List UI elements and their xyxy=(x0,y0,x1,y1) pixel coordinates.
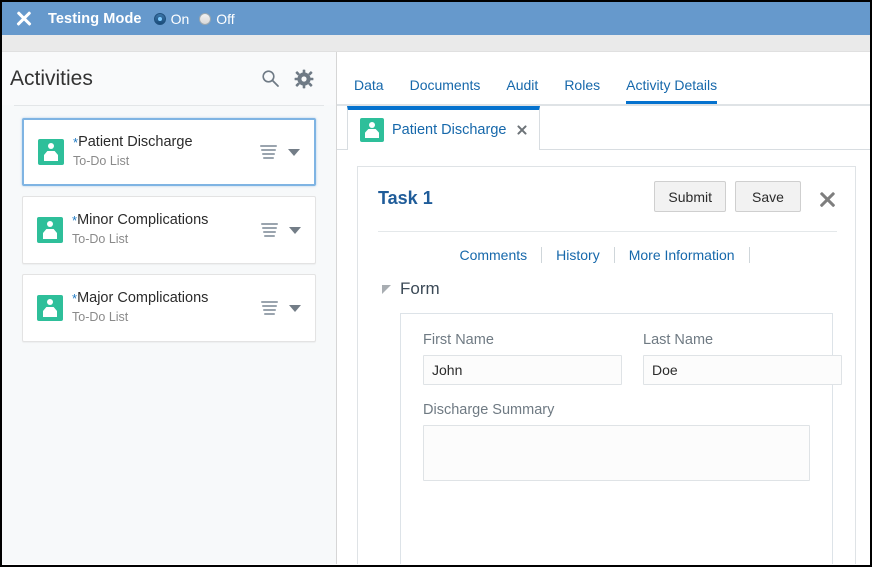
list-item-title: *Minor Complications xyxy=(72,212,261,229)
task-actions: Submit Save xyxy=(654,181,837,212)
form-container: First Name Last Name Discharge Summary xyxy=(400,313,833,564)
details-panel: Data Documents Audit Roles Activity Deta… xyxy=(337,52,870,564)
link-comments[interactable]: Comments xyxy=(445,247,541,263)
save-button[interactable]: Save xyxy=(735,181,801,212)
testing-mode-option-off[interactable]: Off xyxy=(199,11,234,27)
testing-mode-option-on[interactable]: On xyxy=(154,11,190,27)
list-item-subtitle: To-Do List xyxy=(72,231,261,248)
list-item-title: *Major Complications xyxy=(72,290,261,307)
tab-audit[interactable]: Audit xyxy=(506,77,538,104)
search-icon[interactable] xyxy=(261,69,280,88)
testing-mode-label: Testing Mode xyxy=(48,11,142,27)
activities-panel: Activities xyxy=(2,52,337,564)
first-name-field: First Name xyxy=(423,332,622,385)
task-divider xyxy=(378,231,837,232)
task-title: Task 1 xyxy=(378,181,654,209)
last-name-field: Last Name xyxy=(643,332,842,385)
priority-lines-icon[interactable] xyxy=(261,223,278,237)
form-section-header: Form xyxy=(378,279,837,299)
chevron-down-icon[interactable] xyxy=(289,227,301,234)
chevron-down-icon[interactable] xyxy=(289,305,301,312)
detail-tab-bar: Data Documents Audit Roles Activity Deta… xyxy=(337,52,870,104)
task-tab-label: Patient Discharge xyxy=(392,122,506,138)
person-task-icon xyxy=(37,217,63,243)
testing-mode-radio-group: On Off xyxy=(154,11,239,27)
activities-header: Activities xyxy=(2,52,336,105)
task-tab-strip: Patient Discharge xyxy=(337,106,870,150)
list-item[interactable]: *Major Complications To-Do List xyxy=(22,274,316,342)
link-history[interactable]: History xyxy=(542,247,614,263)
discharge-summary-label: Discharge Summary xyxy=(423,402,810,418)
task-area: Task 1 Submit Save Comments History xyxy=(337,150,870,564)
tab-data[interactable]: Data xyxy=(354,77,384,104)
priority-lines-icon[interactable] xyxy=(261,301,278,315)
list-item-text: *Minor Complications To-Do List xyxy=(72,212,261,248)
list-item-text: *Patient Discharge To-Do List xyxy=(73,134,260,170)
page-title: Activities xyxy=(10,67,247,91)
task-card: Task 1 Submit Save Comments History xyxy=(357,166,856,564)
priority-lines-icon[interactable] xyxy=(260,145,277,159)
task-links: Comments History More Information xyxy=(378,247,837,263)
tab-roles[interactable]: Roles xyxy=(564,77,600,104)
gear-icon[interactable] xyxy=(294,69,314,89)
person-task-icon xyxy=(360,118,384,142)
close-icon[interactable] xyxy=(516,124,528,136)
toolbar-strip xyxy=(2,35,870,52)
link-separator xyxy=(749,247,750,263)
last-name-label: Last Name xyxy=(643,332,842,348)
last-name-input[interactable] xyxy=(643,355,842,385)
list-item-title: *Patient Discharge xyxy=(73,134,260,151)
radio-off-indicator[interactable] xyxy=(199,13,211,25)
list-item[interactable]: *Patient Discharge To-Do List xyxy=(22,118,316,186)
tab-documents[interactable]: Documents xyxy=(410,77,481,104)
form-section-title: Form xyxy=(400,279,440,299)
list-item-name: Minor Complications xyxy=(77,212,208,228)
tab-activity-details[interactable]: Activity Details xyxy=(626,77,717,104)
discharge-summary-field: Discharge Summary xyxy=(423,402,810,481)
link-more-information[interactable]: More Information xyxy=(615,247,749,263)
list-item-subtitle: To-Do List xyxy=(73,153,260,170)
discharge-summary-input[interactable] xyxy=(423,425,810,481)
radio-off-label: Off xyxy=(216,11,234,27)
list-item-actions xyxy=(261,301,301,315)
first-name-input[interactable] xyxy=(423,355,622,385)
testing-mode-bar: Testing Mode On Off xyxy=(2,2,870,35)
list-item-name: Major Complications xyxy=(77,290,208,306)
application-window: Testing Mode On Off Activities xyxy=(0,0,872,567)
submit-button[interactable]: Submit xyxy=(654,181,726,212)
name-field-row: First Name Last Name xyxy=(423,332,810,385)
radio-on-indicator[interactable] xyxy=(154,13,166,25)
person-task-icon xyxy=(37,295,63,321)
person-task-icon xyxy=(38,139,64,165)
task-tab-patient-discharge[interactable]: Patient Discharge xyxy=(347,106,540,150)
chevron-down-icon[interactable] xyxy=(288,149,300,156)
activity-list: *Patient Discharge To-Do List *Minor Com… xyxy=(2,106,336,352)
content-split: Activities xyxy=(2,52,870,564)
list-item-actions xyxy=(260,145,300,159)
list-item-text: *Major Complications To-Do List xyxy=(72,290,261,326)
task-header: Task 1 Submit Save xyxy=(378,181,837,212)
list-item-name: Patient Discharge xyxy=(78,134,192,150)
radio-on-label: On xyxy=(171,11,190,27)
first-name-label: First Name xyxy=(423,332,622,348)
list-item-subtitle: To-Do List xyxy=(72,309,261,326)
list-item[interactable]: *Minor Complications To-Do List xyxy=(22,196,316,264)
list-item-actions xyxy=(261,223,301,237)
collapse-triangle-icon[interactable] xyxy=(382,285,391,294)
close-icon[interactable] xyxy=(14,9,34,29)
close-icon[interactable] xyxy=(818,190,837,209)
